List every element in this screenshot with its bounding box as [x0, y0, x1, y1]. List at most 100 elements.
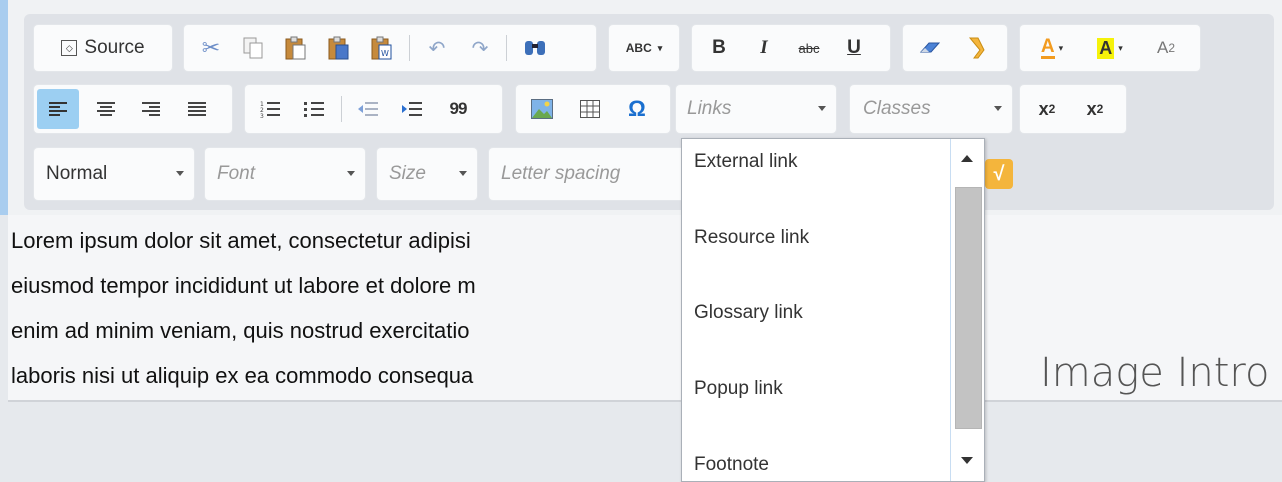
- underline-icon: U: [847, 37, 861, 58]
- chevron-down-icon: [459, 171, 467, 176]
- subscript-icon: x: [1038, 98, 1049, 119]
- sqrt-icon: √: [993, 162, 1005, 185]
- cleanup-group: [903, 25, 1007, 71]
- paste-icon[interactable]: [279, 31, 313, 65]
- subscript-sub: 2: [1048, 102, 1056, 116]
- italic-button[interactable]: I: [747, 31, 781, 65]
- letter-spacing-placeholder: Letter spacing: [501, 163, 621, 184]
- text-color-button[interactable]: A ▾: [1028, 31, 1076, 65]
- editor-toolbar: ◇ Source ✂ W ↶ ↷ ABC ▾ B I abc U A ▾ A ▾…: [24, 14, 1274, 210]
- font-combo-group: Font: [205, 148, 365, 200]
- numbered-list-icon[interactable]: 123: [253, 91, 287, 127]
- align-right-icon[interactable]: [134, 89, 168, 129]
- table-icon[interactable]: [572, 91, 608, 127]
- dropdown-scrollbar[interactable]: [950, 139, 984, 481]
- subscript-button[interactable]: x2: [1026, 91, 1068, 127]
- bg-color-button[interactable]: A ▾: [1086, 31, 1134, 65]
- links-combo[interactable]: Links: [676, 85, 836, 133]
- links-placeholder: Links: [687, 98, 732, 119]
- scroll-thumb[interactable]: [955, 187, 982, 429]
- spellcheck-icon: ABC: [625, 41, 652, 55]
- bg-color-icon: A: [1097, 37, 1115, 59]
- format-value: Normal: [46, 163, 108, 184]
- image-icon[interactable]: [524, 91, 560, 127]
- clipboard-group: ✂ W ↶ ↷: [184, 25, 596, 71]
- bulleted-list-icon[interactable]: [297, 91, 331, 127]
- source-icon: ◇: [61, 40, 78, 56]
- chevron-down-icon: ▾: [1118, 42, 1123, 53]
- italic-icon: I: [760, 37, 768, 58]
- copy-icon[interactable]: [236, 31, 270, 65]
- bold-button[interactable]: B: [702, 31, 736, 65]
- links-combo-group: Links: [676, 85, 836, 133]
- ruby-button[interactable]: A2: [1144, 31, 1188, 65]
- strike-button[interactable]: abc: [792, 31, 826, 65]
- copy-format-icon[interactable]: [959, 31, 993, 65]
- spellcheck-button[interactable]: ABC ▾: [615, 31, 673, 65]
- underline-button[interactable]: U: [837, 31, 871, 65]
- special-char-icon[interactable]: Ω: [619, 91, 655, 127]
- size-combo-group: Size: [377, 148, 477, 200]
- paste-text-icon[interactable]: [322, 31, 356, 65]
- classes-combo-group: Classes: [850, 85, 1012, 133]
- source-button[interactable]: ◇ Source: [38, 30, 168, 66]
- eraser-icon[interactable]: [913, 31, 947, 65]
- content-line: laboris nisi ut aliquip ex ea commodo co…: [11, 363, 474, 388]
- ruby-icon: A: [1156, 38, 1169, 57]
- ruby-sup: 2: [1168, 41, 1176, 55]
- align-center-icon[interactable]: [89, 89, 123, 129]
- basic-styles-group: B I abc U: [692, 25, 890, 71]
- classes-placeholder: Classes: [863, 98, 931, 119]
- find-icon[interactable]: [518, 31, 552, 65]
- dropdown-item-popup-link[interactable]: Popup link: [694, 378, 783, 400]
- chevron-down-icon: [347, 171, 355, 176]
- size-combo[interactable]: Size: [377, 148, 477, 200]
- chevron-down-icon: ▾: [657, 42, 663, 53]
- colors-group: A ▾ A ▾ A2: [1020, 25, 1200, 71]
- letter-spacing-combo-group: Letter spacing: [489, 148, 689, 200]
- format-combo-group: Normal: [34, 148, 194, 200]
- size-placeholder: Size: [389, 163, 426, 184]
- spellcheck-group: ABC ▾: [609, 25, 679, 71]
- font-placeholder: Font: [217, 163, 256, 184]
- dropdown-item-external-link[interactable]: External link: [694, 151, 798, 173]
- dropdown-item-resource-link[interactable]: Resource link: [694, 227, 809, 249]
- font-combo[interactable]: Font: [205, 148, 365, 200]
- scroll-down-icon[interactable]: [961, 457, 973, 464]
- chevron-down-icon: [176, 171, 184, 176]
- content-line: Lorem ipsum dolor sit amet, consectetur …: [11, 228, 471, 253]
- paste-word-icon[interactable]: W: [365, 31, 399, 65]
- undo-icon[interactable]: ↶: [420, 31, 454, 65]
- source-label: Source: [84, 37, 145, 58]
- letter-spacing-combo[interactable]: Letter spacing: [489, 148, 689, 200]
- insert-group: Ω: [516, 85, 670, 133]
- scroll-up-icon[interactable]: [961, 155, 973, 162]
- lists-group: 123 99: [245, 85, 502, 133]
- content-line: eiusmod tempor incididunt ut labore et d…: [11, 273, 476, 298]
- text-color-icon: A: [1040, 35, 1055, 59]
- chevron-down-icon: ▾: [1058, 42, 1064, 53]
- links-dropdown: External link Resource link Glossary lin…: [681, 138, 985, 482]
- script-group: x2 x2: [1020, 85, 1126, 133]
- align-justify-icon[interactable]: [180, 89, 214, 129]
- redo-icon[interactable]: ↷: [463, 31, 497, 65]
- superscript-button[interactable]: x2: [1074, 91, 1116, 127]
- format-combo[interactable]: Normal: [34, 148, 194, 200]
- math-formula-button[interactable]: √: [985, 159, 1013, 189]
- superscript-icon: x: [1086, 98, 1097, 119]
- cut-icon[interactable]: ✂: [194, 31, 228, 65]
- chevron-down-icon: [818, 106, 826, 111]
- indent-icon[interactable]: [395, 91, 429, 127]
- blockquote-icon[interactable]: 99: [441, 91, 475, 127]
- alignment-group: [34, 85, 232, 133]
- strike-icon: abc: [798, 40, 820, 56]
- classes-combo[interactable]: Classes: [850, 85, 1012, 133]
- outdent-icon[interactable]: [351, 91, 385, 127]
- dropdown-item-glossary-link[interactable]: Glossary link: [694, 302, 803, 324]
- image-intro-label: Image Intro: [1040, 350, 1270, 396]
- omega-label: Ω: [628, 96, 646, 121]
- align-left-icon[interactable]: [37, 89, 79, 129]
- dropdown-item-footnote[interactable]: Footnote: [694, 454, 769, 476]
- svg-text:3: 3: [260, 113, 264, 118]
- source-group: ◇ Source: [34, 25, 172, 71]
